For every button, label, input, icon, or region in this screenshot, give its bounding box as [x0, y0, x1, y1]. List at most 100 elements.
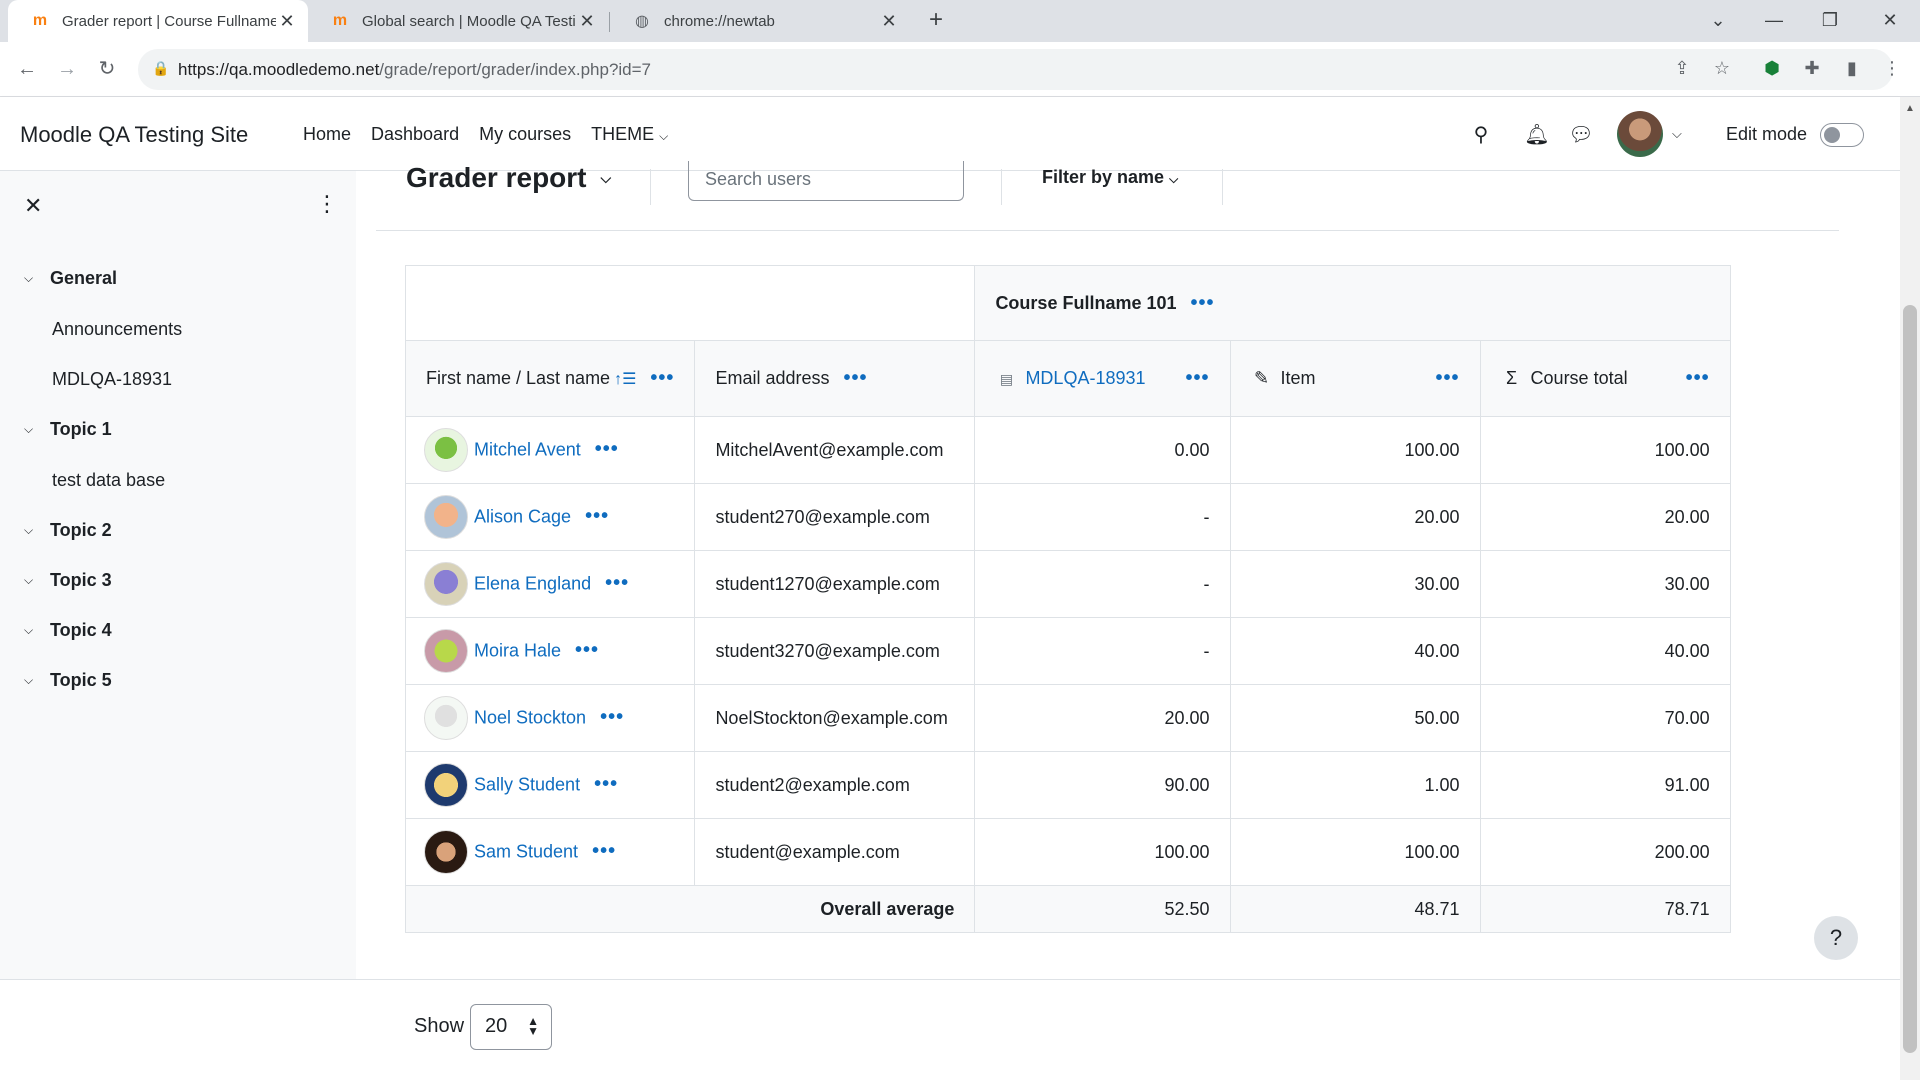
more-actions-icon[interactable]: •••: [1686, 367, 1710, 389]
forward-icon[interactable]: →: [52, 54, 82, 84]
side-panel-icon[interactable]: ▮: [1838, 54, 1866, 82]
grade-cell[interactable]: 40.00: [1229, 617, 1481, 685]
page-scrollbar[interactable]: ▲: [1900, 97, 1920, 1080]
close-icon[interactable]: ✕: [878, 11, 900, 32]
filter-by-name-button[interactable]: Filter by name ⌵: [1042, 167, 1178, 188]
site-name[interactable]: Moodle QA Testing Site: [20, 122, 248, 148]
per-page-select[interactable]: 20 ▲ ▼: [470, 1004, 552, 1050]
grade-cell[interactable]: 1.00: [1229, 751, 1481, 819]
address-bar[interactable]: 🔒 https://qa.moodledemo.net/grade/report…: [138, 49, 1893, 90]
more-actions-icon[interactable]: •••: [600, 706, 624, 728]
grade-cell[interactable]: -: [974, 617, 1231, 685]
nav-home[interactable]: Home: [303, 124, 351, 145]
extension-shield-icon[interactable]: ⬢: [1758, 54, 1786, 82]
close-icon[interactable]: ✕: [576, 11, 598, 32]
minimize-button[interactable]: —: [1746, 0, 1802, 42]
chevron-down-icon[interactable]: ⌵: [24, 523, 44, 538]
tab-search-icon[interactable]: ⌄: [1690, 0, 1746, 42]
activity-announcements[interactable]: Announcements: [52, 319, 182, 340]
user-avatar[interactable]: [1617, 111, 1663, 157]
course-section-general[interactable]: ⌵ General: [24, 268, 117, 289]
report-selector[interactable]: Grader report ⌵: [406, 162, 611, 194]
nav-my-courses[interactable]: My courses: [479, 124, 571, 145]
grade-cell[interactable]: 20.00: [974, 684, 1231, 752]
window-close-button[interactable]: ✕: [1862, 0, 1918, 42]
course-section-topic-5[interactable]: ⌵ Topic 5: [24, 670, 112, 691]
browser-tab-global-search[interactable]: m Global search | Moodle QA Testin ✕: [308, 0, 608, 42]
scroll-up-icon[interactable]: ▲: [1905, 103, 1915, 114]
nav-theme[interactable]: THEME ⌵: [591, 124, 668, 145]
grade-cell[interactable]: -: [974, 550, 1231, 618]
scroll-thumb[interactable]: [1903, 305, 1917, 1053]
browser-tab-grader[interactable]: m Grader report | Course Fullname ✕: [8, 0, 308, 42]
chevron-down-icon[interactable]: ⌵: [1672, 126, 1682, 142]
course-section-topic-3[interactable]: ⌵ Topic 3: [24, 570, 112, 591]
divider: [376, 230, 1839, 231]
grade-cell[interactable]: 100.00: [974, 818, 1231, 886]
more-actions-icon[interactable]: •••: [1191, 292, 1215, 314]
column-header-item1: ▤ MDLQA-18931 •••: [974, 340, 1231, 417]
main-region: Grader report ⌵ Search users Filter by n…: [356, 161, 1900, 979]
overall-average-label: Overall average: [404, 885, 976, 933]
table-row: Mitchel Avent ••• MitchelAvent@example.co…: [404, 416, 1731, 484]
chevron-down-icon[interactable]: ⌵: [24, 271, 44, 286]
more-actions-icon[interactable]: •••: [595, 438, 619, 460]
more-actions-icon[interactable]: •••: [585, 505, 609, 527]
more-actions-icon[interactable]: •••: [605, 572, 629, 594]
more-actions-icon[interactable]: •••: [1186, 367, 1210, 389]
puzzle-icon[interactable]: ✚: [1798, 54, 1826, 82]
grade-cell[interactable]: 100.00: [1229, 818, 1481, 886]
grade-cell[interactable]: 20.00: [1229, 483, 1481, 551]
sort-ascending-icon[interactable]: ↑☰: [614, 371, 636, 388]
average-cell: 48.71: [1229, 885, 1481, 933]
grade-cell[interactable]: 100.00: [1229, 416, 1481, 484]
category-row: Course Fullname 101 •••: [404, 265, 1731, 341]
back-icon[interactable]: ←: [12, 54, 42, 84]
help-button[interactable]: ?: [1814, 916, 1858, 960]
chevron-down-icon[interactable]: ⌵: [24, 673, 44, 688]
avatar: [424, 562, 468, 606]
grade-cell[interactable]: 90.00: [974, 751, 1231, 819]
more-actions-icon[interactable]: •••: [594, 773, 618, 795]
kebab-menu-icon[interactable]: ⋮: [316, 193, 338, 215]
course-section-topic-2[interactable]: ⌵ Topic 2: [24, 520, 112, 541]
total-cell: 200.00: [1479, 818, 1731, 886]
reload-icon[interactable]: ↻: [92, 54, 122, 84]
more-actions-icon[interactable]: •••: [650, 367, 674, 389]
course-section-topic-4[interactable]: ⌵ Topic 4: [24, 620, 112, 641]
new-tab-button[interactable]: +: [922, 6, 950, 34]
browser-menu-icon[interactable]: ⋮: [1878, 54, 1906, 82]
chevron-down-icon[interactable]: ⌵: [24, 623, 44, 638]
column-header-item2: ✎ Item •••: [1229, 340, 1481, 417]
nav-dashboard[interactable]: Dashboard: [371, 124, 459, 145]
more-actions-icon[interactable]: •••: [592, 840, 616, 862]
browser-tab-newtab[interactable]: ◍ chrome://newtab ✕: [610, 0, 910, 42]
star-icon[interactable]: ☆: [1708, 54, 1736, 82]
activity-mdlqa-18931[interactable]: MDLQA-18931: [52, 369, 172, 390]
chevron-down-icon: ⌵: [1169, 172, 1179, 186]
grade-cell[interactable]: 0.00: [974, 416, 1231, 484]
chevron-down-icon[interactable]: ⌵: [24, 573, 44, 588]
restore-button[interactable]: ❐: [1802, 0, 1858, 42]
more-actions-icon[interactable]: •••: [843, 367, 867, 389]
share-icon[interactable]: ⇪: [1668, 54, 1696, 82]
chevron-down-icon[interactable]: ⌵: [24, 422, 44, 437]
activity-test-data-base[interactable]: test data base: [52, 470, 165, 491]
edit-mode-toggle[interactable]: [1820, 123, 1864, 147]
grade-cell[interactable]: 50.00: [1229, 684, 1481, 752]
close-icon[interactable]: ✕: [276, 11, 298, 32]
more-actions-icon[interactable]: •••: [575, 639, 599, 661]
table-row: Alison Cage ••• student270@example.com - …: [404, 483, 1731, 551]
grade-cell[interactable]: -: [974, 483, 1231, 551]
messages-icon[interactable]: 💬︎: [1567, 121, 1595, 149]
course-section-topic-1[interactable]: ⌵ Topic 1: [24, 419, 112, 440]
more-actions-icon[interactable]: •••: [1436, 367, 1460, 389]
notification-bell-icon[interactable]: 🔔︎: [1523, 121, 1551, 149]
grade-cell[interactable]: 30.00: [1229, 550, 1481, 618]
search-icon[interactable]: ⚲: [1467, 121, 1495, 149]
search-users-input[interactable]: Search users: [688, 161, 964, 201]
tab-title: Global search | Moodle QA Testin: [362, 12, 576, 30]
url-text: https://qa.moodledemo.net/grade/report/g…: [178, 60, 652, 79]
course-index-drawer: ✕ ⋮ ⌵ General Announcements MDLQA-18931 …: [0, 171, 356, 979]
close-icon[interactable]: ✕: [24, 193, 42, 219]
